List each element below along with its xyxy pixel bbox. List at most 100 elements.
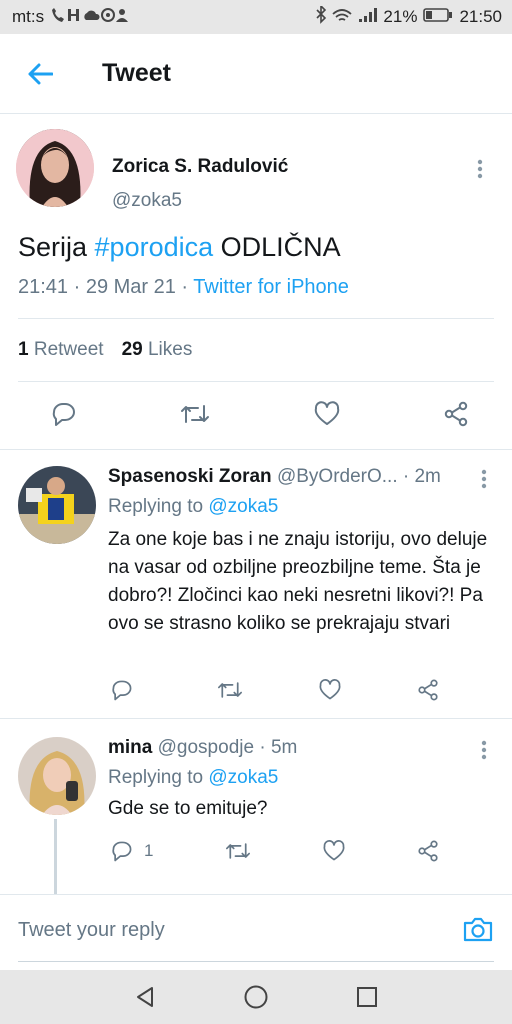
tweet-source-link[interactable]: Twitter for iPhone xyxy=(193,276,349,298)
like-icon xyxy=(323,840,345,861)
tweet-text-start: Serija xyxy=(18,232,95,262)
retweet-icon xyxy=(181,405,210,423)
carrier-label: mt:s xyxy=(12,7,45,26)
more-button[interactable] xyxy=(470,154,490,184)
system-icons xyxy=(313,4,378,28)
replying-to-label: Replying to xyxy=(108,767,209,788)
back-arrow-icon xyxy=(28,63,53,84)
reply-composer: Tweet your reply xyxy=(0,894,512,970)
reply-icon xyxy=(52,403,75,426)
camera-icon xyxy=(463,917,493,942)
reply-button[interactable] xyxy=(50,400,78,428)
reply-input[interactable]: Tweet your reply xyxy=(18,919,165,942)
share-icon xyxy=(418,840,438,862)
reply-actions: 1 xyxy=(110,839,440,863)
thread-line xyxy=(54,819,57,894)
retweet-button[interactable] xyxy=(216,678,244,702)
status-right: 21% 21:50 xyxy=(313,4,502,28)
reply-time: · 2m xyxy=(397,466,441,487)
camera-button[interactable] xyxy=(462,915,494,948)
tweet-text: Serija #porodica ODLIČNA xyxy=(18,232,341,263)
retweets-count: 1 xyxy=(18,339,29,360)
retweet-button[interactable] xyxy=(224,839,252,863)
nav-back-icon xyxy=(137,987,153,1007)
author-name[interactable]: Zorica S. Radulović xyxy=(112,156,288,178)
avatar[interactable] xyxy=(18,737,96,815)
author-name[interactable]: mina xyxy=(108,737,152,758)
main-tweet-actions xyxy=(50,400,470,428)
reply-tweet[interactable]: mina @gospodje · 5m Replying to @zoka5 G… xyxy=(0,719,512,894)
reply-count: 1 xyxy=(144,841,154,860)
reply-time: · 5m xyxy=(254,737,298,758)
main-tweet-header: Zorica S. Radulović @zoka5 xyxy=(16,129,496,212)
mention-link[interactable]: @zoka5 xyxy=(208,767,278,788)
reply-icon xyxy=(112,680,132,701)
nav-recents-button[interactable] xyxy=(355,985,379,1009)
input-underline xyxy=(18,961,494,962)
tweet-stats: 1 Retweet 29 Likes xyxy=(18,339,192,361)
reply-text: Gde se to emituje? xyxy=(108,798,268,819)
divider xyxy=(18,381,494,382)
back-button[interactable] xyxy=(0,34,80,114)
retweet-icon xyxy=(225,843,250,859)
more-button[interactable] xyxy=(474,735,494,765)
replying-to-label: Replying to xyxy=(108,496,209,517)
share-button[interactable] xyxy=(416,678,440,702)
reply-text: Za one koje bas i ne znaju istoriju, ovo… xyxy=(108,529,488,634)
nav-back-button[interactable] xyxy=(133,985,157,1009)
retweet-icon xyxy=(218,682,242,698)
avatar[interactable] xyxy=(16,129,94,207)
battery-icon xyxy=(423,7,453,28)
reply-button[interactable]: 1 xyxy=(110,839,153,863)
author-name[interactable]: Spasenoski Zoran xyxy=(108,466,272,487)
reply-tweet[interactable]: Spasenoski Zoran @ByOrderO... · 2m Reply… xyxy=(0,450,512,718)
reply-header: mina @gospodje · 5m xyxy=(108,737,297,759)
likes-label: Likes xyxy=(147,339,193,360)
status-bar: mt:s 21% 21:50 xyxy=(0,0,512,34)
likes-count: 29 xyxy=(121,339,143,360)
like-icon xyxy=(319,679,341,700)
likes-stat[interactable]: 29 Likes xyxy=(122,339,193,361)
share-icon xyxy=(418,679,438,701)
replying-to: Replying to @zoka5 xyxy=(108,767,278,789)
page-title: Tweet xyxy=(102,59,171,87)
nav-recents-icon xyxy=(357,987,377,1007)
like-icon xyxy=(314,401,339,425)
reply-button[interactable] xyxy=(110,678,142,702)
more-icon xyxy=(477,159,483,179)
status-left: mt:s xyxy=(12,6,130,28)
more-button[interactable] xyxy=(474,464,494,494)
clock: 21:50 xyxy=(459,7,502,26)
retweet-button[interactable] xyxy=(179,400,211,428)
tweet-timestamp: 21:41 · 29 Mar 21 · xyxy=(18,276,194,298)
author-handle[interactable]: @zoka5 xyxy=(112,190,182,212)
divider xyxy=(18,318,494,319)
retweets-label: Retweet xyxy=(33,339,104,360)
system-nav-bar xyxy=(0,970,512,1024)
like-button[interactable] xyxy=(313,400,341,428)
hashtag-link[interactable]: #porodica xyxy=(95,232,214,262)
notification-icons xyxy=(50,6,130,28)
retweets-stat[interactable]: 1 Retweet xyxy=(18,339,104,361)
share-button[interactable] xyxy=(442,400,470,428)
share-icon xyxy=(444,401,468,427)
tweet-meta: 21:41 · 29 Mar 21 · Twitter for iPhone xyxy=(18,276,349,299)
author-handle[interactable]: @gospodje xyxy=(158,737,254,758)
app-bar: Tweet xyxy=(0,34,512,114)
nav-home-icon xyxy=(244,985,268,1009)
tweet-text-end: ODLIČNA xyxy=(213,232,341,262)
share-button[interactable] xyxy=(416,839,440,863)
reply-actions xyxy=(110,678,440,702)
mention-link[interactable]: @zoka5 xyxy=(208,496,278,517)
avatar[interactable] xyxy=(18,466,96,544)
replying-to: Replying to @zoka5 xyxy=(108,496,278,518)
like-button[interactable] xyxy=(322,839,346,863)
more-icon xyxy=(481,740,487,760)
nav-home-button[interactable] xyxy=(243,984,269,1010)
like-button[interactable] xyxy=(318,678,342,702)
reply-header: Spasenoski Zoran @ByOrderO... · 2m xyxy=(108,466,441,488)
author-handle[interactable]: @ByOrderO... xyxy=(277,466,398,487)
reply-icon xyxy=(112,841,132,862)
battery-percent: 21% xyxy=(383,7,418,26)
more-icon xyxy=(481,469,487,489)
